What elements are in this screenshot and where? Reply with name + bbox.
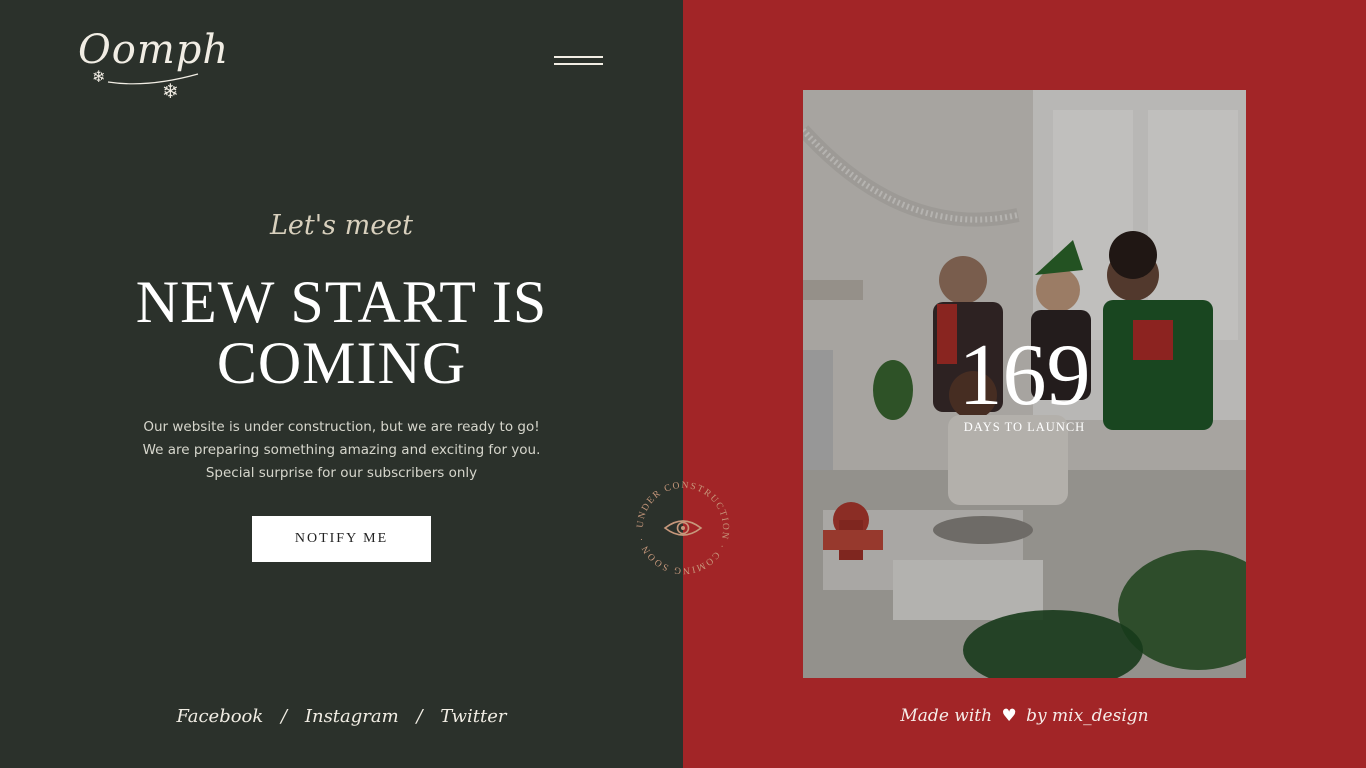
facebook-link[interactable]: Facebook xyxy=(176,706,263,727)
logo-flourish xyxy=(107,73,199,85)
description-line: Special surprise for our subscribers onl… xyxy=(205,465,478,481)
notify-me-button[interactable]: NOTIFY ME xyxy=(252,516,431,562)
eye-icon xyxy=(663,520,703,536)
headline-line-2: COMING xyxy=(216,330,467,396)
description-line: We are preparing something amazing and e… xyxy=(142,442,541,458)
countdown-label: DAYS TO LAUNCH xyxy=(963,420,1086,434)
made-with-suffix[interactable]: by mix_design xyxy=(1026,706,1148,726)
social-links: Facebook / Instagram / Twitter xyxy=(0,706,683,727)
description: Our website is under construction, but w… xyxy=(0,416,683,485)
description-line: Our website is under construction, but w… xyxy=(143,419,540,435)
eyebrow-text: Let's meet xyxy=(269,210,414,241)
footer-credit: Made with ♥ by mix_design xyxy=(683,706,1366,726)
separator: / xyxy=(416,706,423,727)
separator: / xyxy=(281,706,288,727)
under-construction-badge: UNDER CONSTRUCTION · COMING SOON · xyxy=(636,481,729,575)
instagram-link[interactable]: Instagram xyxy=(305,706,399,727)
logo[interactable]: Oomph ❄ ❄ xyxy=(78,30,228,108)
twitter-link[interactable]: Twitter xyxy=(440,706,506,727)
hamburger-icon-line xyxy=(554,63,603,65)
heart-icon: ♥ xyxy=(1001,706,1017,726)
menu-button[interactable] xyxy=(554,53,604,69)
page-title: NEW START IS COMING xyxy=(0,272,683,394)
headline-line-1: NEW START IS xyxy=(135,269,548,335)
made-with-prefix: Made with xyxy=(900,706,993,726)
countdown-value: 169 xyxy=(958,327,1091,424)
hamburger-icon xyxy=(554,56,603,58)
left-panel: Oomph ❄ ❄ Let's meet NEW START IS COMING… xyxy=(0,0,683,768)
